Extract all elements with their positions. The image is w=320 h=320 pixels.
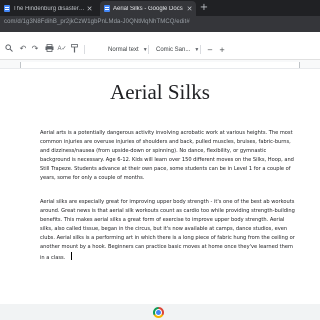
google-docs-icon [4, 5, 10, 12]
search-icon[interactable] [4, 44, 14, 54]
tab-title: Aerial Silks - Google Docs [113, 5, 183, 12]
paragraph-text: Aerial arts is a potentially dangerous a… [40, 130, 294, 181]
tab-aerial-silks[interactable]: Aerial Silks - Google Docs ✕ [100, 1, 196, 16]
plus-icon[interactable]: + [198, 1, 210, 15]
ruler [0, 60, 320, 69]
style-dropdown[interactable]: Normal text ▼ [108, 45, 148, 55]
style-value: Normal text [108, 47, 139, 53]
tab-title: The Hindenburg disaster - Goog [13, 5, 85, 12]
tab-hindenburg[interactable]: The Hindenburg disaster - Goog ✕ [0, 1, 96, 16]
ruler-page-area[interactable] [20, 62, 300, 68]
font-dropdown[interactable]: Comic San... ▼ [156, 45, 199, 55]
print-icon[interactable] [44, 44, 54, 54]
toolbar-divider [200, 45, 201, 54]
chevron-down-icon: ▼ [194, 47, 200, 53]
decrease-font-size-button[interactable]: − [206, 45, 214, 55]
increase-font-size-button[interactable]: + [218, 45, 226, 55]
paint-format-icon[interactable] [70, 44, 80, 54]
redo-icon[interactable]: ↷ [30, 44, 40, 54]
chevron-down-icon: ▼ [142, 47, 148, 53]
taskbar [0, 304, 320, 320]
paragraph-text: Aerial silks are especially great for im… [40, 199, 295, 261]
text-cursor [71, 252, 73, 260]
close-icon[interactable]: ✕ [85, 5, 94, 13]
document-title: Aerial Silks [110, 80, 210, 104]
close-icon[interactable]: ✕ [185, 5, 194, 13]
font-value: Comic San... [156, 47, 191, 53]
toolbar-divider [84, 45, 85, 54]
chrome-icon[interactable] [153, 307, 164, 318]
address-bar[interactable]: com/d/1g3N8FdihB_pr2jkCzW1gbPnLMda-J0QNt… [0, 16, 320, 32]
url-text: com/d/1g3N8FdihB_pr2jkCzW1gbPnLMda-J0QNt… [4, 19, 190, 25]
docs-toolbar: ↶ ↷ A✓ Normal text ▼ Comic San... ▼ − + [0, 40, 320, 60]
document-canvas[interactable]: Aerial Silks Aerial arts is a potentiall… [0, 70, 320, 320]
undo-icon[interactable]: ↶ [18, 44, 28, 54]
browser-tab-strip: The Hindenburg disaster - Goog ✕ Aerial … [0, 0, 320, 16]
google-docs-icon [104, 5, 110, 12]
toolbar-divider [148, 45, 149, 54]
document-paragraph: Aerial arts is a potentially dangerous a… [40, 129, 298, 183]
document-paragraph: Aerial silks are especially great for im… [40, 198, 298, 263]
spellcheck-icon[interactable]: A✓ [57, 44, 67, 54]
